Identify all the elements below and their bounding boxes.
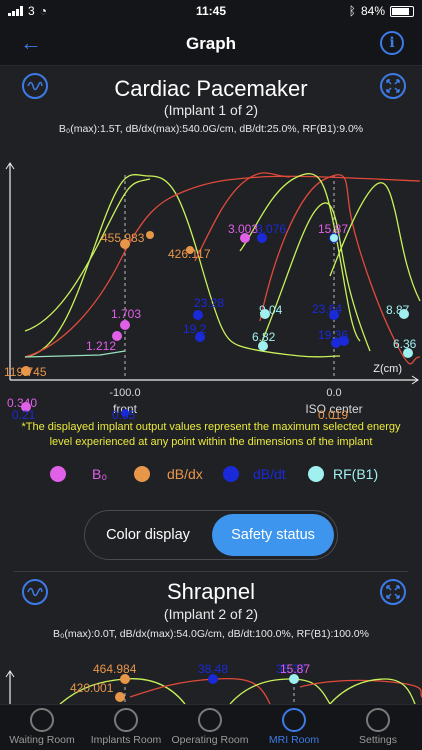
label-1703: 1.703 — [111, 307, 141, 321]
legend-swatch-dbdx — [134, 466, 150, 482]
card1-params: B₀(max):1.5T, dB/dx(max):540.0G/cm, dB/d… — [58, 123, 364, 135]
label-035: 0.35 — [112, 408, 136, 419]
label-426117: 426.117 — [168, 247, 211, 261]
card1-title: Cardiac Pacemaker — [114, 76, 308, 101]
label-021: 0.21 — [12, 408, 36, 419]
label-3003: 3.003 — [228, 222, 258, 236]
label-682: 6.82 — [252, 330, 276, 344]
implant-graph-2: 464.984 420.001 38.48 35.37 15.87 — [5, 662, 422, 704]
label-904: 9.04 — [259, 303, 283, 317]
tab-label-settings: Settings — [359, 734, 397, 746]
label-1212: 1.212 — [86, 339, 116, 353]
label2-3848: 38.48 — [198, 662, 228, 676]
point-b0-1703 — [120, 320, 130, 330]
card2-title: Shrapnel — [166, 579, 256, 604]
page-title: Graph — [185, 34, 237, 53]
implant-icon — [114, 708, 138, 732]
card2-subtitle: (Implant 2 of 2) — [163, 606, 259, 622]
tab-label-waiting-room: Waiting Room — [9, 734, 75, 746]
label-887: 8.87 — [386, 303, 410, 317]
navigation-bar: ← Graph i — [0, 22, 422, 66]
series-curve-2c — [229, 678, 331, 704]
tab-mri-room[interactable]: MRI Room — [252, 705, 336, 750]
label-636: 6.36 — [393, 337, 417, 351]
expand-icon[interactable] — [380, 73, 406, 99]
label2-1587: 15.87 — [280, 662, 310, 676]
card1-subtitle: (Implant 1 of 2) — [163, 102, 259, 118]
label-2364: 23.64 — [312, 302, 342, 316]
tab-label-operating-room: Operating Room — [171, 734, 249, 746]
info-button[interactable]: i — [380, 31, 404, 55]
tab-waiting-room[interactable]: Waiting Room — [0, 705, 84, 750]
bluetooth-icon: ᛒ — [348, 4, 356, 18]
clock-icon — [30, 708, 54, 732]
tab-label-implants-room: Implants Room — [90, 734, 162, 746]
x-axis-label: Z(cm) — [373, 363, 402, 375]
safety-status-tab[interactable]: Safety status — [212, 514, 334, 556]
tick-value-iso: 0.0 — [326, 387, 341, 399]
label-455983: 455.983 — [101, 231, 145, 245]
series-curve-2b — [129, 677, 271, 704]
implant-graph-1: Z(cm) -100.0 front 0.0 ISO center — [4, 162, 421, 419]
legend-label-rf: RF(B1) — [333, 466, 379, 482]
label-3076: 3.076 — [256, 222, 286, 236]
legend-swatch-dbdt — [223, 466, 239, 482]
legend-swatch-b0 — [50, 466, 66, 482]
status-bar: 3 ◔ 11:45 ᛒ 84% — [0, 0, 422, 22]
arrows-expand-icon-2 — [386, 585, 400, 599]
label2-420001: 420.001 — [70, 681, 114, 695]
gear-icon — [366, 708, 390, 732]
tab-label-mri-room: MRI Room — [268, 734, 320, 746]
legend-label-b0: B₀ — [92, 466, 108, 482]
battery-icon — [390, 5, 414, 17]
arrows-expand-icon — [386, 79, 400, 93]
legend-swatch-rf — [308, 466, 324, 482]
tick-value-front: -100.0 — [109, 387, 140, 399]
label-0019: 0.019 — [318, 408, 348, 419]
card2-params: B₀(max):0.0T, dB/dx(max):54.0G/cm, dB/dt… — [53, 628, 369, 640]
point-dbdt-2328 — [193, 310, 203, 320]
point2-dbdx-420 — [115, 692, 125, 702]
camera-icon — [198, 708, 222, 732]
tab-operating-room[interactable]: Operating Room — [168, 705, 252, 750]
implant-output-note: *The displayed implant output values rep… — [21, 421, 401, 448]
battery-percent: 84% — [360, 4, 385, 18]
chart-legend: B₀ dB/dx dB/dt RF(B1) — [50, 464, 390, 484]
label-192: 19.2 — [183, 322, 207, 336]
label-119745: 119.745 — [4, 365, 47, 379]
bottom-tab-bar: Waiting Room Implants Room Operating Roo… — [0, 704, 422, 750]
legend-label-dbdx: dB/dx — [167, 466, 203, 482]
point-dbdx-peak — [146, 231, 154, 239]
expand-icon-2[interactable] — [380, 579, 406, 605]
label2-464984: 464.984 — [93, 662, 137, 676]
label-1936: 19.36 — [318, 328, 348, 342]
series-curve-yellow-4 — [329, 182, 421, 302]
display-mode-segmented-control: Color display Safety status — [84, 510, 338, 560]
label-2328: 23.28 — [194, 296, 224, 310]
mri-scanner-icon — [282, 708, 306, 732]
tab-settings[interactable]: Settings — [336, 705, 420, 750]
color-display-tab[interactable]: Color display — [88, 514, 208, 556]
card-divider — [14, 571, 408, 572]
tab-implants-room[interactable]: Implants Room — [84, 705, 168, 750]
label-1587: 15.87 — [318, 222, 348, 236]
graph-scroll-area[interactable]: Cardiac Pacemaker (Implant 1 of 2) B₀(ma… — [0, 67, 422, 704]
legend-label-dbdt: dB/dt — [253, 466, 286, 482]
